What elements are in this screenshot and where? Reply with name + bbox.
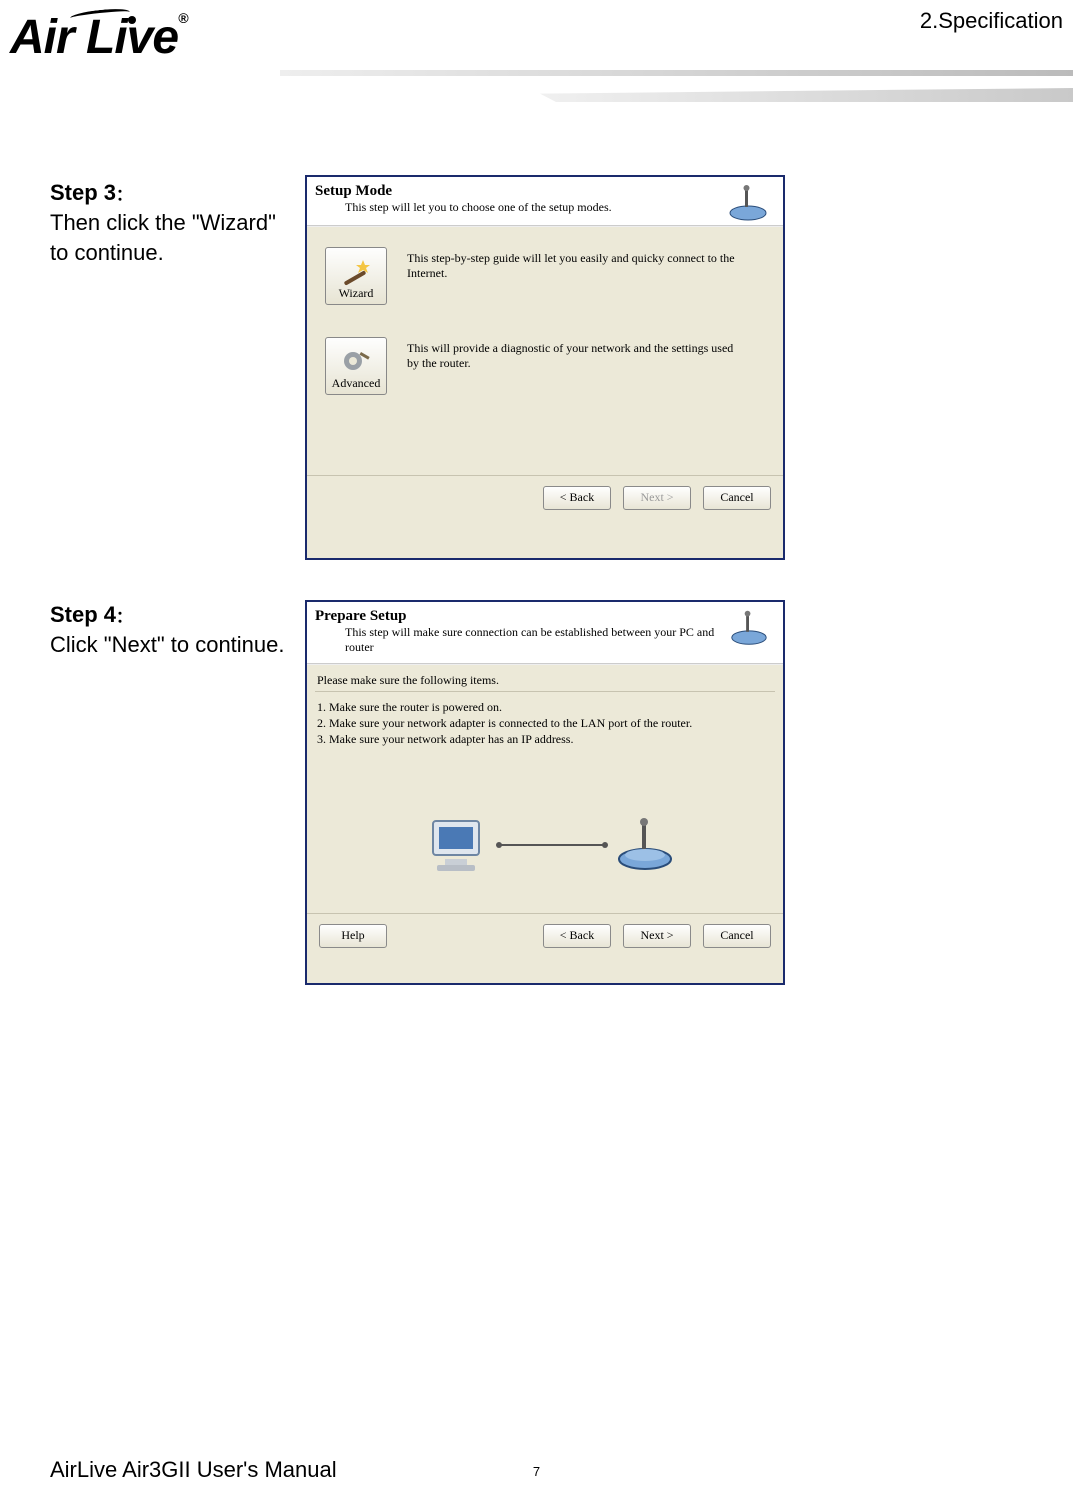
footer-manual-title: AirLive Air3GII User's Manual (50, 1457, 337, 1483)
wizard-button[interactable]: Wizard (325, 247, 387, 305)
setup-mode-dialog: Setup Mode This step will let you to cho… (305, 175, 785, 560)
router-device-icon (613, 815, 677, 875)
help-button[interactable]: Help (319, 924, 387, 948)
dialog1-title: Setup Mode (315, 183, 612, 200)
wizard-description: This step-by-step guide will let you eas… (407, 251, 747, 281)
brand-logo: Air Live ® (10, 10, 280, 120)
cancel-button[interactable]: Cancel (703, 486, 771, 510)
prepare-item-1: 1. Make sure the router is powered on. (317, 699, 692, 715)
advanced-button-label: Advanced (332, 376, 381, 391)
step4-body: Click "Next" to continue. (50, 630, 300, 660)
router-icon (725, 183, 771, 223)
wizard-button-label: Wizard (339, 286, 374, 301)
back-button[interactable]: < Back (543, 486, 611, 510)
dialog2-title: Prepare Setup (315, 608, 727, 625)
next-button[interactable]: Next > (623, 924, 691, 948)
registered-icon: ® (178, 10, 187, 26)
step3-body: Then click the "Wizard" to continue. (50, 208, 280, 267)
step3-colon: ： (116, 187, 132, 204)
back-button[interactable]: < Back (543, 924, 611, 948)
step3-label: Step 3 (50, 180, 116, 205)
advanced-button[interactable]: Advanced (325, 337, 387, 395)
gear-icon (339, 346, 373, 376)
section-title: 2.Specification (920, 8, 1063, 34)
header-divider-accent (540, 88, 1073, 102)
header-divider (280, 70, 1073, 76)
dialog1-subtitle: This step will let you to choose one of … (315, 200, 612, 221)
dialog2-subtitle: This step will make sure connection can … (315, 625, 727, 661)
monitor-icon (427, 815, 491, 875)
prepare-item-3: 3. Make sure your network adapter has an… (317, 731, 692, 747)
prepare-intro: Please make sure the following items. (317, 673, 499, 688)
prepare-setup-dialog: Prepare Setup This step will make sure c… (305, 600, 785, 985)
next-button-disabled: Next > (623, 486, 691, 510)
cable-icon (499, 844, 605, 846)
pc-router-illustration (427, 805, 677, 885)
wand-icon (339, 256, 373, 286)
cancel-button[interactable]: Cancel (703, 924, 771, 948)
page-number: 7 (533, 1464, 540, 1479)
step4-label: Step 4 (50, 602, 116, 627)
divider (315, 691, 775, 692)
advanced-description: This will provide a diagnostic of your n… (407, 341, 747, 371)
router-icon (727, 608, 771, 648)
step4-colon: ： (116, 609, 132, 626)
prepare-item-2: 2. Make sure your network adapter is con… (317, 715, 692, 731)
